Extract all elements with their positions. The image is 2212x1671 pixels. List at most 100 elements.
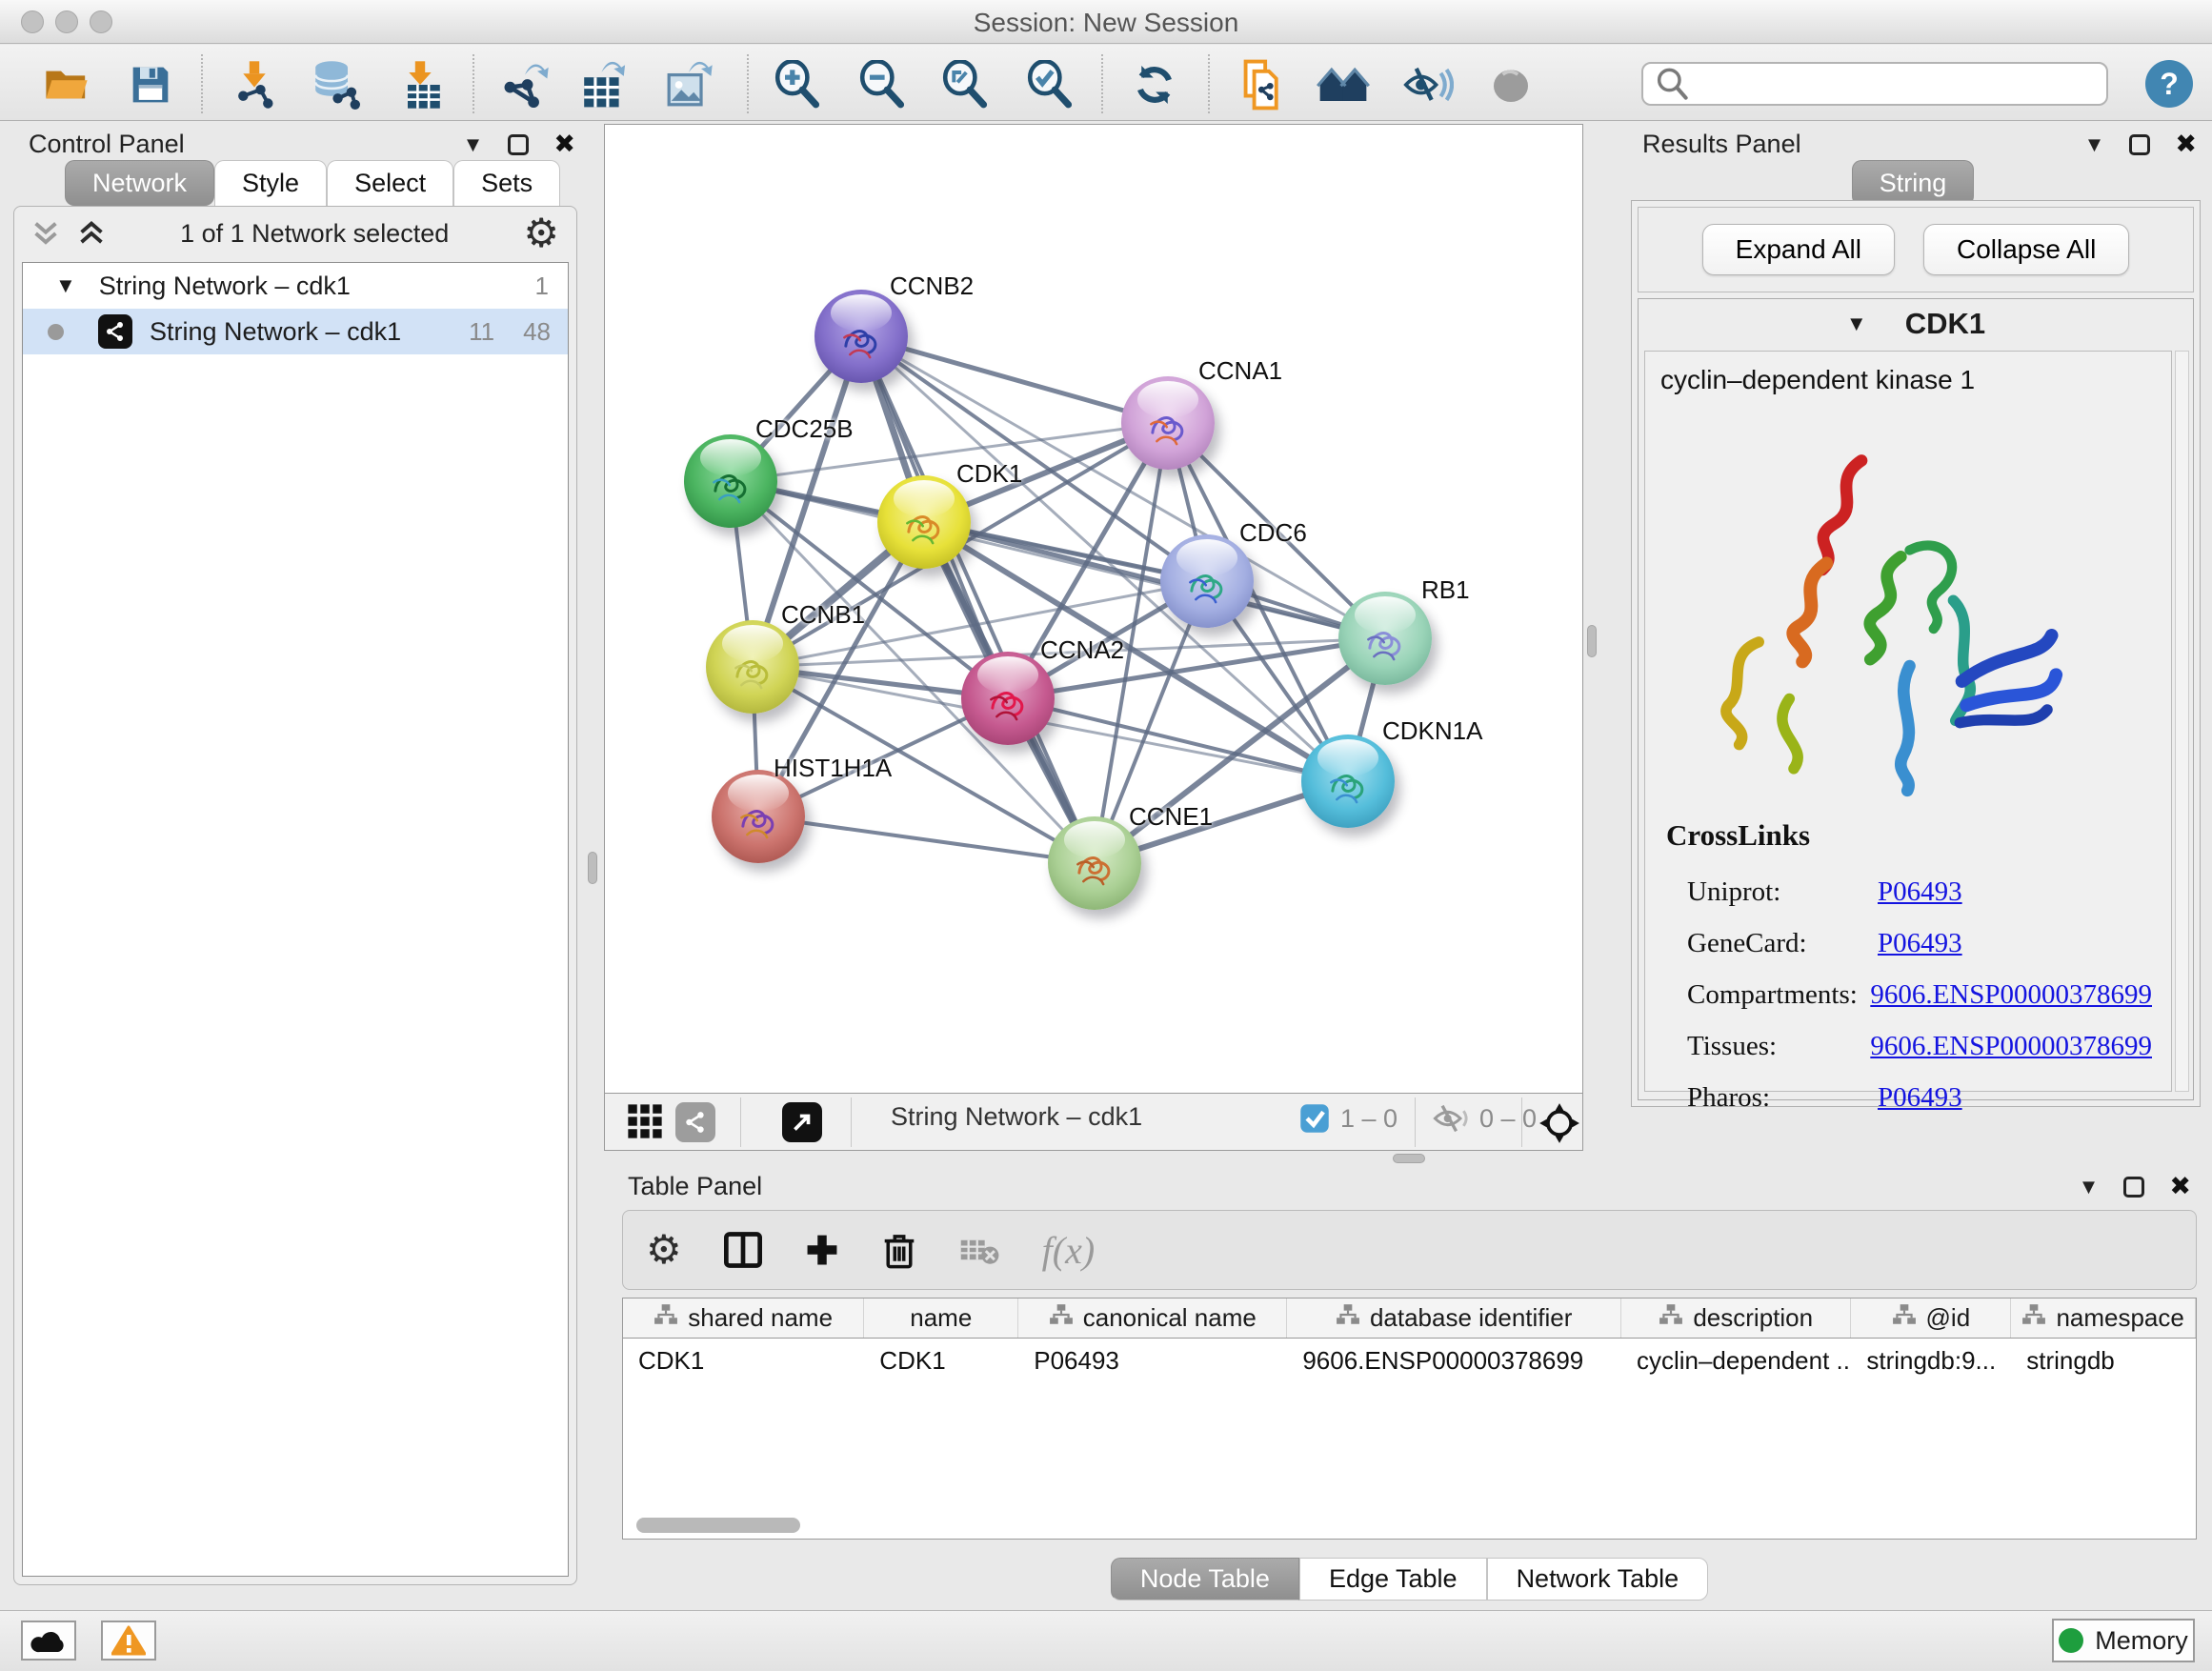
expand-all-button[interactable]: Expand All xyxy=(1702,224,1895,275)
open-session-button[interactable] xyxy=(40,58,93,111)
network-node-ccne1[interactable] xyxy=(1048,816,1141,910)
warnings-button[interactable] xyxy=(101,1621,156,1661)
tree-expand-icon[interactable]: ▼ xyxy=(55,273,76,298)
tab-string[interactable]: String xyxy=(1852,160,1975,206)
selected-checkbox-icon[interactable] xyxy=(1298,1102,1331,1135)
zoom-selected-button[interactable] xyxy=(1023,58,1076,111)
network-node-cdk1[interactable] xyxy=(877,475,971,569)
crosslink-link[interactable]: 9606.ENSP00000378699 xyxy=(1870,1031,2152,1062)
cloud-status-button[interactable] xyxy=(21,1621,76,1661)
import-network-from-database-button[interactable] xyxy=(309,58,362,111)
column-header-database-identifier[interactable]: database identifier xyxy=(1287,1299,1621,1338)
network-canvas[interactable]: CCNB2 CCNA1 CDC25B CDK1 CDC6 RB1 CCNB1 xyxy=(604,124,1583,1094)
network-node-hist1h1a[interactable] xyxy=(712,770,805,863)
table-panel-float-icon[interactable] xyxy=(2123,1177,2144,1198)
zoom-out-button[interactable] xyxy=(855,58,909,111)
column-header-namespace[interactable]: namespace xyxy=(2011,1299,2196,1338)
network-node-ccnb1[interactable] xyxy=(706,620,799,714)
collapse-all-networks-icon[interactable] xyxy=(31,221,60,246)
network-node-ccnb2[interactable] xyxy=(814,290,908,383)
table-horizontal-scrollbar[interactable] xyxy=(636,1518,800,1533)
table-row[interactable]: CDK1CDK1P064939606.ENSP00000378699cyclin… xyxy=(623,1339,2196,1382)
crosslink-link[interactable]: P06493 xyxy=(1878,928,1962,959)
export-image-button[interactable] xyxy=(662,58,715,111)
collapse-all-button[interactable]: Collapse All xyxy=(1923,224,2129,275)
table-cell[interactable]: P06493 xyxy=(1018,1346,1287,1376)
search-input[interactable] xyxy=(1691,69,2106,100)
edge-HIST1H1A-CCNE1[interactable] xyxy=(758,816,1095,863)
crosslink-link[interactable]: 9606.ENSP00000378699 xyxy=(1870,979,2152,1011)
left-splitter-handle[interactable] xyxy=(588,852,597,884)
birds-eye-view-button[interactable] xyxy=(626,1102,664,1140)
table-cell[interactable]: cyclin–dependent ... xyxy=(1621,1346,1851,1376)
tab-node-table[interactable]: Node Table xyxy=(1111,1558,1299,1601)
zoom-in-button[interactable] xyxy=(771,58,824,111)
network-node-cdc25b[interactable] xyxy=(684,434,777,528)
network-node-cdkn1a[interactable] xyxy=(1301,735,1395,828)
results-scrollbar[interactable] xyxy=(2175,351,2189,1092)
toolbar-separator xyxy=(201,54,203,113)
control-panel-float-icon[interactable] xyxy=(508,134,529,155)
protein-collapse-icon[interactable]: ▼ xyxy=(1846,312,1867,336)
network-node-ccna1[interactable] xyxy=(1121,376,1215,470)
table-cell[interactable]: stringdb:9... xyxy=(1851,1346,2011,1376)
open-in-new-window-button[interactable] xyxy=(782,1102,822,1142)
import-network-from-file-button[interactable] xyxy=(228,58,281,111)
delete-column-trash-icon[interactable] xyxy=(882,1231,916,1269)
help-button[interactable]: ? xyxy=(2145,60,2193,108)
table-cell[interactable]: CDK1 xyxy=(623,1346,864,1376)
table-cell[interactable]: CDK1 xyxy=(864,1346,1018,1376)
edge-CCNB2-CCNE1[interactable] xyxy=(861,336,1095,863)
protein-ribbon-thumbnail xyxy=(1350,607,1420,677)
network-node-ccna2[interactable] xyxy=(961,652,1055,745)
zoom-fit-button[interactable] xyxy=(938,58,992,111)
tab-style[interactable]: Style xyxy=(214,160,327,206)
column-header-canonical-name[interactable]: canonical name xyxy=(1018,1299,1287,1338)
bottom-splitter-handle[interactable] xyxy=(1393,1154,1425,1163)
crosslink-link[interactable]: P06493 xyxy=(1878,1082,1962,1114)
column-header-shared-name[interactable]: shared name xyxy=(623,1299,864,1338)
control-panel-collapse-icon[interactable]: ▼ xyxy=(463,132,484,157)
show-columns-icon[interactable] xyxy=(724,1232,762,1268)
expand-all-networks-icon[interactable] xyxy=(77,221,106,246)
tab-edge-table[interactable]: Edge Table xyxy=(1299,1558,1487,1601)
network-style-button[interactable] xyxy=(675,1102,715,1142)
hide-selected-button[interactable] xyxy=(1401,58,1455,111)
control-panel-close-icon[interactable]: ✖ xyxy=(553,130,575,159)
column-header--id[interactable]: @id xyxy=(1851,1299,2011,1338)
crosslink-link[interactable]: P06493 xyxy=(1878,876,1962,908)
network-row-selected[interactable]: String Network – cdk1 11 48 xyxy=(23,309,568,354)
export-table-button[interactable] xyxy=(577,58,631,111)
import-table-icon xyxy=(396,60,444,110)
network-options-gear-icon[interactable]: ⚙ xyxy=(523,213,559,253)
table-options-gear-icon[interactable]: ⚙ xyxy=(646,1230,682,1270)
results-panel-collapse-icon[interactable]: ▼ xyxy=(2084,132,2105,157)
table-panel-close-icon[interactable]: ✖ xyxy=(2169,1172,2191,1201)
network-node-cdc6[interactable] xyxy=(1160,534,1254,628)
export-network-button[interactable] xyxy=(498,58,552,111)
column-header-description[interactable]: description xyxy=(1621,1299,1851,1338)
tab-network-table[interactable]: Network Table xyxy=(1487,1558,1709,1601)
import-table-from-file-button[interactable] xyxy=(393,58,447,111)
save-session-button[interactable] xyxy=(124,58,177,111)
tab-sets[interactable]: Sets xyxy=(453,160,560,206)
create-column-plus-icon[interactable] xyxy=(804,1232,840,1268)
memory-button[interactable]: Memory xyxy=(2052,1619,2195,1662)
refresh-view-button[interactable] xyxy=(1128,58,1181,111)
results-panel-close-icon[interactable]: ✖ xyxy=(2175,130,2197,159)
results-panel-float-icon[interactable] xyxy=(2129,134,2150,155)
fit-selection-button[interactable] xyxy=(1538,1102,1580,1144)
tab-select[interactable]: Select xyxy=(327,160,453,206)
network-node-rb1[interactable] xyxy=(1338,592,1432,685)
new-network-from-selection-button[interactable] xyxy=(1234,58,1287,111)
column-header-name[interactable]: name xyxy=(864,1299,1018,1338)
table-cell[interactable]: stringdb xyxy=(2011,1346,2196,1376)
show-all-button[interactable] xyxy=(1484,58,1538,111)
tab-network[interactable]: Network xyxy=(65,160,214,206)
table-cell[interactable]: 9606.ENSP00000378699 xyxy=(1287,1346,1621,1376)
network-collection-row[interactable]: ▼ String Network – cdk1 1 xyxy=(23,263,568,309)
first-neighbors-button[interactable] xyxy=(1317,58,1370,111)
table-panel-collapse-icon[interactable]: ▼ xyxy=(2079,1175,2100,1199)
right-splitter-handle[interactable] xyxy=(1587,625,1597,657)
network-edges[interactable] xyxy=(605,125,1583,1094)
